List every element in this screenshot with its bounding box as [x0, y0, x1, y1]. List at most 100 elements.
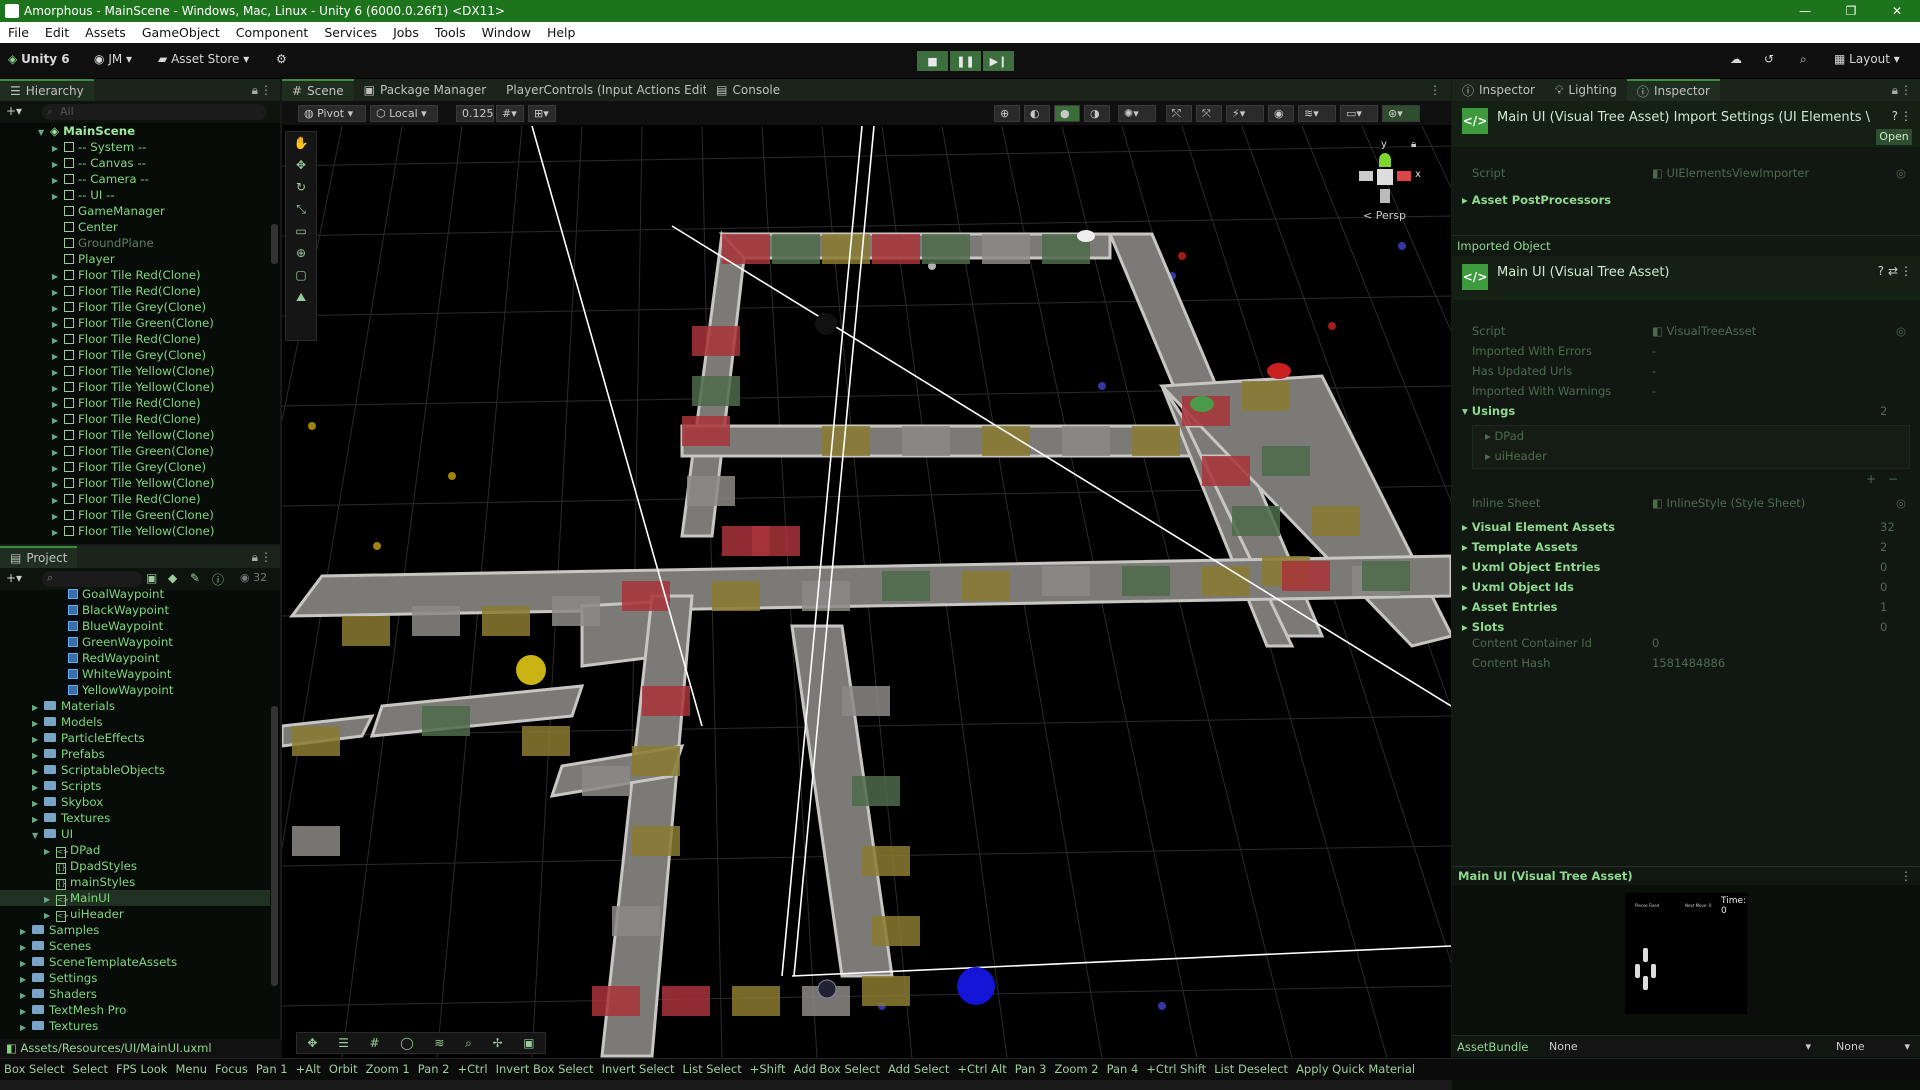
- tab-inspector-2[interactable]: ⓘ Inspector: [1626, 79, 1720, 101]
- filter-tag-icon[interactable]: ✎: [190, 571, 200, 585]
- floor-tile[interactable]: [1042, 566, 1090, 596]
- add-icon[interactable]: +▾: [6, 104, 22, 118]
- snap-increment-field[interactable]: 0.125: [456, 105, 494, 122]
- project-item[interactable]: ▶ <>uiHeader: [0, 906, 270, 922]
- project-item[interactable]: GoalWaypoint: [0, 586, 270, 602]
- hierarchy-item[interactable]: ▶ Floor Tile Yellow(Clone): [0, 427, 270, 443]
- menu-services[interactable]: Services: [316, 25, 385, 40]
- project-item[interactable]: ▶ ScriptableObjects: [0, 762, 270, 778]
- hierarchy-item[interactable]: ▶ Floor Tile Yellow(Clone): [0, 523, 270, 539]
- floor-tile[interactable]: [412, 606, 460, 636]
- search-icon[interactable]: ⌕: [1800, 52, 1807, 67]
- hierarchy-item[interactable]: ▶ Floor Tile Yellow(Clone): [0, 363, 270, 379]
- rect-tool-icon[interactable]: ▭: [286, 220, 316, 242]
- floor-tile[interactable]: [872, 916, 920, 946]
- lock-icon[interactable]: 🔒︎: [1411, 139, 1416, 150]
- project-item[interactable]: GreenWaypoint: [0, 634, 270, 650]
- hierarchy-item[interactable]: ▶ -- System --: [0, 139, 270, 155]
- floor-tile[interactable]: [612, 906, 660, 936]
- probuilder-tool-icon[interactable]: ⛰: [286, 286, 316, 308]
- project-item[interactable]: ▶ Prefabs: [0, 746, 270, 762]
- hierarchy-item[interactable]: ▶ -- Canvas --: [0, 155, 270, 171]
- hierarchy-item[interactable]: ▶ Floor Tile Red(Clone): [0, 267, 270, 283]
- hierarchy-item[interactable]: ▶ Floor Tile Yellow(Clone): [0, 379, 270, 395]
- kebab-menu-icon[interactable]: ⋮: [260, 550, 272, 564]
- inspector-foldout-field[interactable]: ▸ Asset Entries 1: [1462, 600, 1910, 616]
- floor-tile[interactable]: [632, 826, 680, 856]
- project-item[interactable]: ▶ Textures: [0, 1018, 270, 1034]
- floor-tile[interactable]: [842, 686, 890, 716]
- project-scrollbar[interactable]: [271, 706, 278, 986]
- hierarchy-item[interactable]: ▶ Floor Tile Grey(Clone): [0, 459, 270, 475]
- overlay-grid-icon[interactable]: #: [370, 1036, 380, 1050]
- blue-waypoint[interactable]: [957, 967, 995, 1005]
- kebab-menu-icon[interactable]: ⋮: [260, 83, 272, 97]
- inspector-foldout-field[interactable]: ▸ Visual Element Assets 32: [1462, 520, 1910, 536]
- red-waypoint[interactable]: [1267, 363, 1291, 379]
- overlay-move-icon[interactable]: ✥: [307, 1036, 317, 1050]
- project-item[interactable]: ▶ Settings: [0, 970, 270, 986]
- menu-jobs[interactable]: Jobs: [385, 25, 427, 40]
- floor-tile[interactable]: [1282, 561, 1330, 591]
- gizmo-neg-y-cone[interactable]: [1380, 189, 1390, 203]
- list-remove-icon[interactable]: −: [1888, 472, 1898, 486]
- kebab-menu-icon[interactable]: ⋮: [1900, 264, 1912, 278]
- scene-canvas[interactable]: [282, 126, 1451, 1058]
- menu-component[interactable]: Component: [228, 25, 317, 40]
- target-icon[interactable]: ◎: [1896, 166, 1906, 180]
- tab-project[interactable]: ▤ Project: [0, 546, 78, 568]
- layout-dropdown[interactable]: ▦ Layout ▾: [1834, 52, 1900, 66]
- inspector-foldout-field[interactable]: ▸ Template Assets 2: [1462, 540, 1910, 556]
- help-icon[interactable]: ?: [1878, 264, 1884, 278]
- kebab-menu-icon[interactable]: ⋮: [1900, 869, 1912, 883]
- project-item[interactable]: ▶ <>DPad: [0, 842, 270, 858]
- project-item[interactable]: ▶ Shaders: [0, 986, 270, 1002]
- floor-tile[interactable]: [642, 686, 690, 716]
- floor-tile[interactable]: [682, 416, 730, 446]
- hierarchy-item[interactable]: ▶ Floor Tile Green(Clone): [0, 315, 270, 331]
- scene-root[interactable]: ▼ ◈ MainScene: [0, 123, 270, 139]
- hierarchy-item[interactable]: ▶ Floor Tile Yellow(Clone): [0, 475, 270, 491]
- add-icon[interactable]: +▾: [6, 571, 22, 585]
- shading-icon[interactable]: ◐: [1024, 105, 1050, 122]
- floor-tile[interactable]: [1122, 566, 1170, 596]
- project-item[interactable]: {} DpadStyles: [0, 858, 270, 874]
- filter-type-icon[interactable]: ▣: [146, 571, 157, 585]
- menu-help[interactable]: Help: [539, 25, 584, 40]
- floor-tile[interactable]: [1132, 426, 1180, 456]
- hierarchy-item[interactable]: ▶ Floor Tile Green(Clone): [0, 443, 270, 459]
- overlay-pan-icon[interactable]: ✢: [492, 1036, 502, 1050]
- floor-tile[interactable]: [342, 616, 390, 646]
- scene-view[interactable]: # Scene ▣ Package Manager PlayerControls (…: [282, 79, 1451, 1058]
- transform-tool-icon[interactable]: ⊕: [286, 242, 316, 264]
- rotate-tool-icon[interactable]: ↻: [286, 176, 316, 198]
- kebab-menu-icon[interactable]: ⋮: [1429, 83, 1441, 97]
- project-item[interactable]: BlackWaypoint: [0, 602, 270, 618]
- hierarchy-item[interactable]: ▶ -- Camera --: [0, 171, 270, 187]
- floor-tile[interactable]: [882, 571, 930, 601]
- floor-tile[interactable]: [292, 826, 340, 856]
- camera-settings-icon[interactable]: ▭▾: [1340, 105, 1378, 122]
- hierarchy-item[interactable]: ▶ Floor Tile Red(Clone): [0, 395, 270, 411]
- project-item[interactable]: ▶ ParticleEffects: [0, 730, 270, 746]
- hierarchy-item[interactable]: Center: [0, 219, 270, 235]
- menu-window[interactable]: Window: [474, 25, 539, 40]
- floor-tile[interactable]: [1362, 561, 1410, 591]
- floor-tile[interactable]: [662, 986, 710, 1016]
- floor-tile[interactable]: [852, 776, 900, 806]
- settings-icon[interactable]: ⇄: [1888, 264, 1898, 278]
- green-waypoint[interactable]: [1190, 396, 1214, 412]
- project-item[interactable]: YellowWaypoint: [0, 682, 270, 698]
- yellow-waypoint[interactable]: [516, 655, 546, 685]
- floor-tile[interactable]: [692, 376, 740, 406]
- gizmos-icon[interactable]: ⊛▾: [1382, 105, 1420, 122]
- project-item[interactable]: BlueWaypoint: [0, 618, 270, 634]
- player-sphere[interactable]: [817, 979, 837, 999]
- black-waypoint[interactable]: [815, 313, 837, 335]
- expand-arrow-icon[interactable]: ▶: [52, 525, 60, 541]
- floor-tile[interactable]: [872, 234, 920, 264]
- project-item[interactable]: ▶ <>MainUI: [0, 890, 270, 906]
- tab-player-controls[interactable]: PlayerControls (Input Actions Edit: [496, 79, 706, 101]
- floor-tile[interactable]: [422, 706, 470, 736]
- hierarchy-search-input[interactable]: ⌕ All: [42, 104, 267, 120]
